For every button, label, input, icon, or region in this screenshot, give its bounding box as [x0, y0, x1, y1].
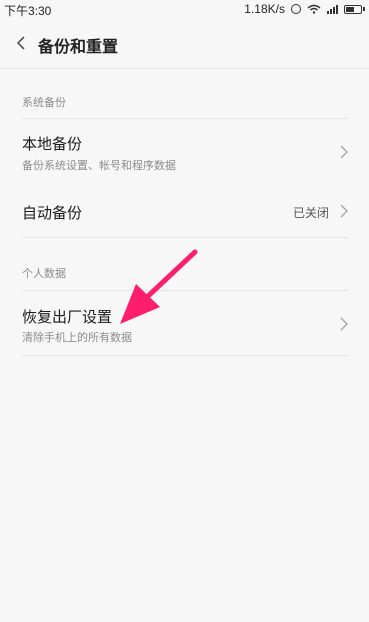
local-backup-row[interactable]: 本地备份 备份系统设置、帐号和程序数据	[0, 119, 369, 183]
network-speed: 1.18K/s	[244, 2, 285, 16]
divider	[22, 355, 348, 356]
chevron-right-icon	[340, 317, 349, 331]
battery-icon	[344, 4, 365, 14]
auto-backup-status: 已关闭	[292, 206, 329, 220]
section-label-system-backup: 系统备份	[22, 96, 66, 109]
alarm-icon	[291, 4, 301, 14]
auto-backup-row[interactable]: 自动备份 已关闭	[0, 183, 369, 237]
status-bar: 下午3:30 1.18K/s	[0, 0, 369, 18]
chevron-right-icon	[340, 145, 349, 159]
section-label-personal-data: 个人数据	[22, 267, 66, 280]
divider	[22, 237, 348, 238]
chevron-right-icon	[340, 204, 349, 218]
page-title: 备份和重置	[38, 37, 119, 56]
wifi-icon	[307, 4, 321, 14]
row-title: 本地备份	[22, 135, 83, 153]
signal-icon	[327, 4, 338, 14]
factory-reset-row[interactable]: 恢复出厂设置 清除手机上的所有数据	[0, 291, 369, 355]
status-time: 下午3:30	[4, 4, 52, 18]
row-title: 自动备份	[22, 204, 83, 222]
status-icons: 1.18K/s	[244, 2, 365, 16]
page-header: 备份和重置	[0, 18, 369, 69]
row-subtitle: 清除手机上的所有数据	[22, 331, 132, 344]
back-icon[interactable]	[14, 35, 28, 51]
row-subtitle: 备份系统设置、帐号和程序数据	[22, 159, 176, 172]
row-title: 恢复出厂设置	[22, 308, 113, 326]
